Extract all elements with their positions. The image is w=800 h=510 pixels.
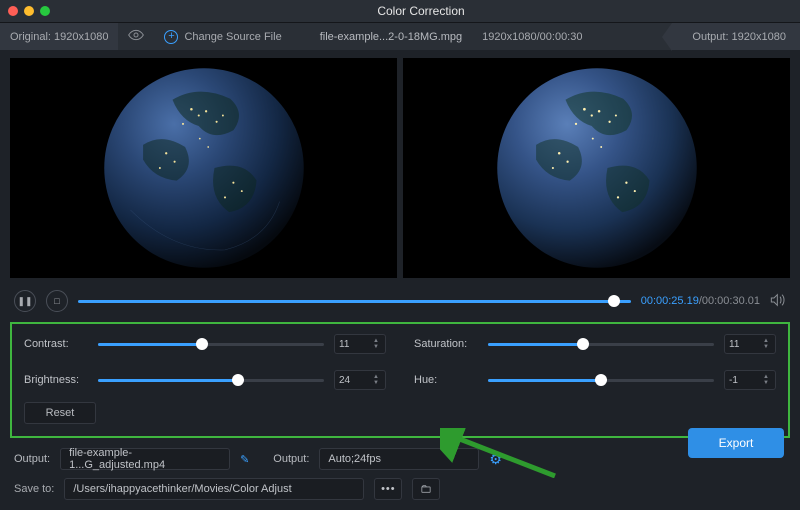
- window-title: Color Correction: [50, 4, 792, 18]
- contrast-slider[interactable]: [98, 337, 324, 351]
- stop-button[interactable]: □: [46, 290, 68, 312]
- titlebar: Color Correction: [0, 0, 800, 22]
- time-total: /00:00:30.01: [699, 295, 760, 307]
- saturation-label: Saturation:: [414, 338, 478, 350]
- hue-row: Hue: -1 ▲▼: [414, 370, 776, 390]
- saturation-row: Saturation: 11 ▲▼: [414, 334, 776, 354]
- stepper-arrows[interactable]: ▲▼: [763, 335, 773, 353]
- output-filename-field[interactable]: file-example-1...G_adjusted.mp4: [60, 448, 230, 470]
- preview-original: [10, 58, 397, 278]
- export-button[interactable]: Export: [688, 428, 784, 458]
- contrast-label: Contrast:: [24, 338, 88, 350]
- earth-image-adjusted: [492, 63, 702, 273]
- stepper-arrows[interactable]: ▲▼: [373, 335, 383, 353]
- original-resolution-label: Original: 1920x1080: [10, 31, 108, 43]
- brightness-row: Brightness: 24 ▲▼: [24, 370, 386, 390]
- output-row: Output: file-example-1...G_adjusted.mp4 …: [0, 438, 800, 472]
- close-window-button[interactable]: [8, 6, 18, 16]
- color-adjustments-panel: Contrast: 11 ▲▼ Saturation: 11 ▲▼ Bright…: [10, 322, 790, 438]
- open-folder-button[interactable]: [412, 478, 440, 500]
- contrast-row: Contrast: 11 ▲▼: [24, 334, 386, 354]
- stepper-arrows[interactable]: ▲▼: [763, 371, 773, 389]
- brightness-slider[interactable]: [98, 373, 324, 387]
- saturation-slider[interactable]: [488, 337, 714, 351]
- brightness-label: Brightness:: [24, 374, 88, 386]
- source-filename: file-example...2-0-18MG.mpg: [320, 31, 462, 43]
- more-options-button[interactable]: •••: [374, 478, 402, 500]
- playback-bar: ❚❚ □ 00:00:25.19/00:00:30.01: [0, 284, 800, 322]
- output-settings-gear-icon[interactable]: ⚙: [489, 451, 502, 468]
- edit-filename-icon[interactable]: ✎: [240, 453, 249, 466]
- change-source-label: Change Source File: [184, 31, 281, 43]
- minimize-window-button[interactable]: [24, 6, 34, 16]
- output-label-1: Output:: [14, 453, 50, 465]
- output-label-2: Output:: [273, 453, 309, 465]
- save-to-label: Save to:: [14, 483, 54, 495]
- plus-icon: +: [164, 30, 178, 44]
- hue-slider[interactable]: [488, 373, 714, 387]
- source-meta: 1920x1080/00:00:30: [482, 31, 582, 43]
- output-resolution-label: Output: 1920x1080: [692, 31, 786, 43]
- hue-label: Hue:: [414, 374, 478, 386]
- earth-image: [99, 63, 309, 273]
- pause-button[interactable]: ❚❚: [14, 290, 36, 312]
- timeline-slider[interactable]: [78, 294, 631, 308]
- top-toolbar: Original: 1920x1080 + Change Source File…: [0, 22, 800, 50]
- time-current: 00:00:25.19: [641, 295, 699, 307]
- preview-toggle-icon[interactable]: [128, 29, 144, 44]
- timecode: 00:00:25.19/00:00:30.01: [641, 295, 760, 307]
- folder-icon: [421, 483, 431, 495]
- maximize-window-button[interactable]: [40, 6, 50, 16]
- preview-adjusted: [403, 58, 790, 278]
- window-controls: [8, 6, 50, 16]
- saturation-value[interactable]: 11 ▲▼: [724, 334, 776, 354]
- change-source-button[interactable]: + Change Source File: [154, 23, 291, 50]
- output-format-field[interactable]: Auto;24fps: [319, 448, 479, 470]
- volume-icon[interactable]: [770, 293, 786, 310]
- save-row: Save to: /Users/ihappyacethinker/Movies/…: [0, 472, 800, 510]
- contrast-value[interactable]: 11 ▲▼: [334, 334, 386, 354]
- brightness-value[interactable]: 24 ▲▼: [334, 370, 386, 390]
- hue-value[interactable]: -1 ▲▼: [724, 370, 776, 390]
- stepper-arrows[interactable]: ▲▼: [373, 371, 383, 389]
- reset-button[interactable]: Reset: [24, 402, 96, 424]
- save-path-field[interactable]: /Users/ihappyacethinker/Movies/Color Adj…: [64, 478, 364, 500]
- preview-area: [0, 50, 800, 284]
